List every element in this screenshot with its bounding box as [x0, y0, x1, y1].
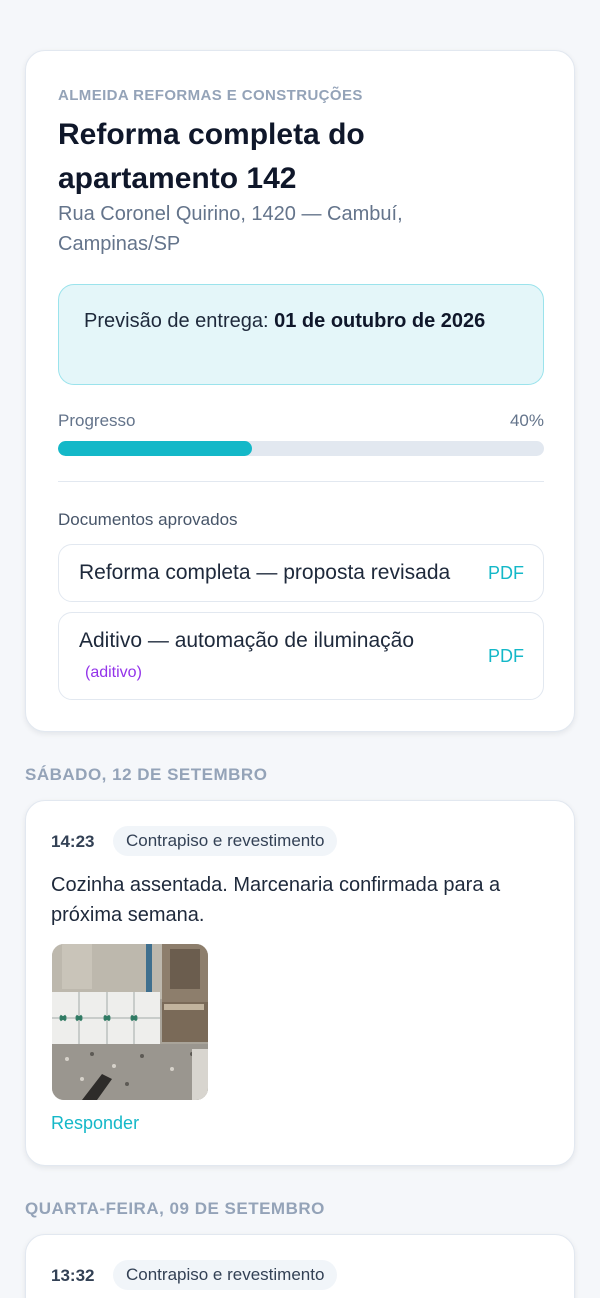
project-address: Rua Coronel Quirino, 1420 — Cambuí, Camp…: [58, 203, 403, 255]
update-message: Cozinha assentada. Marcenaria confirmada…: [51, 874, 501, 926]
document-item[interactable]: Reforma completa — proposta revisada PDF: [58, 544, 544, 602]
category-chip: Contrapiso e revestimento: [113, 826, 338, 856]
category-chip: Contrapiso e revestimento: [113, 1260, 338, 1290]
update-time: 14:23: [51, 832, 95, 851]
reply-button[interactable]: Responder: [51, 1113, 139, 1134]
document-tag: (aditivo): [85, 664, 142, 681]
pdf-link[interactable]: PDF: [488, 563, 524, 584]
project-card: ALMEIDA REFORMAS E CONSTRUÇÕES Reforma c…: [25, 50, 575, 732]
update-card: 13:32 Contrapiso e revestimento: [25, 1234, 575, 1298]
update-photo[interactable]: [52, 944, 208, 1100]
pdf-link[interactable]: PDF: [488, 646, 524, 667]
divider: [58, 481, 544, 482]
delivery-label: Previsão de entrega:: [84, 310, 269, 332]
date-heading: SÁBADO, 12 DE SETEMBRO: [25, 765, 268, 784]
company-name: ALMEIDA REFORMAS E CONSTRUÇÕES: [58, 87, 363, 104]
update-card: 14:23 Contrapiso e revestimento Cozinha …: [25, 800, 575, 1166]
update-time: 13:32: [51, 1266, 95, 1285]
document-item[interactable]: Aditivo — automação de iluminação (aditi…: [58, 612, 544, 700]
progress-bar-fill: [58, 441, 253, 456]
delivery-date: 01 de outubro de 2026: [274, 310, 486, 332]
project-title: Reforma completa do apartamento 142: [58, 118, 365, 195]
delivery-forecast-box: Previsão de entrega: 01 de outubro de 20…: [58, 284, 544, 385]
progress-header: Progresso 40%: [58, 411, 544, 431]
progress-label: Progresso: [58, 411, 136, 430]
document-name: Aditivo — automação de iluminação: [79, 629, 415, 652]
progress-percent: 40%: [509, 411, 544, 430]
progress-bar: [58, 441, 544, 456]
documents-label: Documentos aprovados: [58, 510, 238, 529]
document-name: Reforma completa — proposta revisada: [79, 561, 451, 584]
date-heading: QUARTA-FEIRA, 09 DE SETEMBRO: [25, 1199, 325, 1218]
